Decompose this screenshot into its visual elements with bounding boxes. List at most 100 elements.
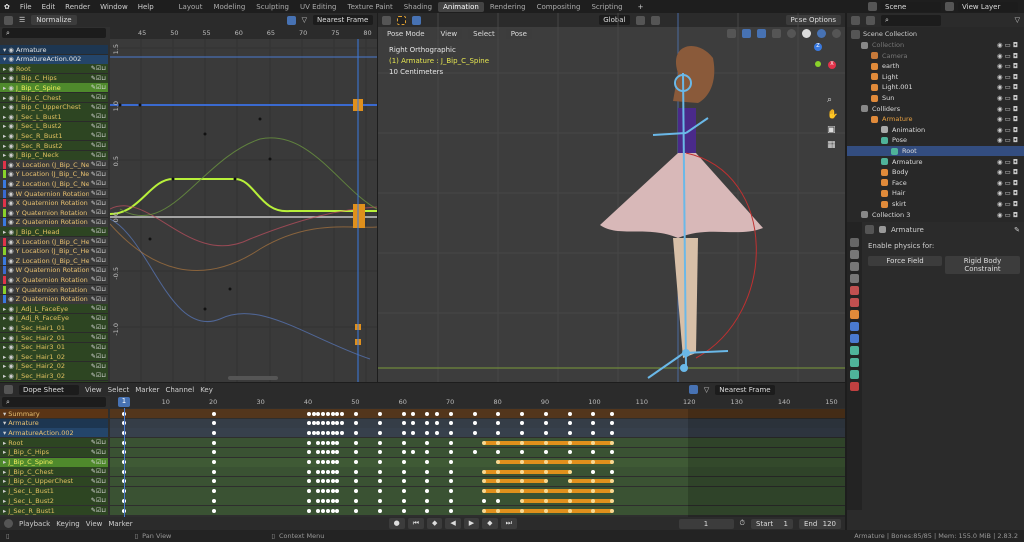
keyframe[interactable]: [316, 450, 321, 455]
outliner-search-input[interactable]: ⌕: [881, 14, 941, 26]
visibility-eye-icon[interactable]: ◉: [8, 362, 14, 370]
channel-toggles-icon[interactable]: ✎☑⊔: [91, 123, 108, 130]
pin-icon[interactable]: ✎: [1014, 226, 1020, 234]
keyframe[interactable]: [377, 411, 382, 416]
visibility-toggles-icon[interactable]: ◉ ▭ ◘: [997, 105, 1024, 113]
keyframe[interactable]: [316, 489, 321, 494]
expand-arrow-icon[interactable]: ▸: [3, 305, 6, 313]
camera-icon[interactable]: ▣: [827, 123, 838, 138]
fcurve-channel[interactable]: ◉ Y Quaternion Rotation ✎☑⊔: [0, 285, 108, 294]
menu-help[interactable]: Help: [138, 3, 154, 11]
keyframe[interactable]: [543, 469, 548, 474]
keyframe[interactable]: [543, 508, 548, 513]
gizmo-y-axis[interactable]: [815, 61, 821, 67]
expand-arrow-icon[interactable]: ▸: [3, 142, 6, 150]
current-frame-field[interactable]: 1: [678, 518, 734, 529]
keyframe[interactable]: [354, 421, 359, 426]
channel-toggles-icon[interactable]: ✎☑⊔: [91, 267, 108, 274]
keyframe[interactable]: [496, 421, 501, 426]
channel-toggles-icon[interactable]: ✎☑⊔: [91, 161, 108, 168]
snap-dropdown[interactable]: Nearest Frame: [715, 384, 776, 395]
channel-toggles-icon[interactable]: ✎☑⊔: [91, 104, 108, 111]
menu-select[interactable]: Select: [108, 386, 130, 394]
current-frame-indicator[interactable]: 1: [118, 397, 130, 407]
keyframe[interactable]: [543, 479, 548, 484]
keyframe[interactable]: [316, 430, 321, 435]
outliner-item[interactable]: Light ◉ ▭ ◘: [847, 72, 1024, 82]
bone-tab-icon[interactable]: [850, 358, 859, 367]
channel-toggles-icon[interactable]: ✎☑⊔: [91, 324, 108, 331]
workspace-tab-rendering[interactable]: Rendering: [485, 2, 531, 12]
visibility-eye-icon[interactable]: ◉: [8, 276, 14, 284]
keyframe[interactable]: [311, 430, 316, 435]
keyframe[interactable]: [354, 479, 359, 484]
keyframe[interactable]: [610, 469, 615, 474]
outliner-item[interactable]: Face ◉ ▭ ◘: [847, 178, 1024, 188]
fcurve-channel[interactable]: ◉X Location (J_Bip_C_Neck)✎☑⊔: [0, 160, 108, 170]
menu-channel[interactable]: Channel: [165, 386, 194, 394]
workspace-tab-compositing[interactable]: Compositing: [532, 2, 586, 12]
keyframe[interactable]: [321, 479, 326, 484]
menu-file[interactable]: File: [20, 3, 32, 11]
keyframe[interactable]: [482, 498, 487, 503]
fcurve-channel[interactable]: ◉ Z Quaternion Rotation ✎☑⊔: [0, 294, 108, 304]
keyframe[interactable]: [306, 460, 311, 464]
keyframe[interactable]: [425, 460, 430, 464]
channel-toggles-icon[interactable]: ✎☑⊔: [91, 132, 108, 139]
keyframe[interactable]: [377, 479, 382, 484]
keyframe[interactable]: [316, 498, 321, 503]
keyframe[interactable]: [335, 411, 340, 416]
keyframe[interactable]: [610, 489, 615, 494]
scene-collection[interactable]: Scene Collection: [847, 29, 1024, 39]
keyframe[interactable]: [472, 450, 477, 455]
channel-toggles-icon[interactable]: ✎☑⊔: [91, 152, 108, 159]
visibility-eye-icon[interactable]: ◉: [8, 103, 14, 111]
keyframe[interactable]: [325, 450, 330, 455]
keyframe[interactable]: [472, 411, 477, 416]
keyframe[interactable]: [321, 498, 326, 503]
next-key-button[interactable]: ◆: [482, 518, 498, 529]
expand-arrow-icon[interactable]: ▸: [3, 362, 6, 370]
keyframe[interactable]: [377, 440, 382, 445]
expand-arrow-icon[interactable]: ▸: [3, 372, 6, 380]
select-icon[interactable]: [286, 15, 296, 25]
keyframe[interactable]: [377, 450, 382, 455]
keyframe[interactable]: [316, 460, 321, 464]
visibility-eye-icon[interactable]: ◉: [8, 266, 14, 274]
expand-arrow-icon[interactable]: ▸: [3, 65, 6, 73]
channel-toggles-icon[interactable]: ✎☑⊔: [91, 228, 108, 235]
filter-icon[interactable]: ▽: [704, 386, 709, 394]
channel-toggles-icon[interactable]: ✎☑⊔: [91, 363, 108, 370]
keyframe[interactable]: [354, 450, 359, 455]
channel-toggles-icon[interactable]: ✎☑⊔: [91, 334, 108, 341]
keyframe[interactable]: [591, 469, 596, 474]
channel-group[interactable]: ▾ ◉ Armature: [0, 45, 108, 54]
outliner-item[interactable]: Hair ◉ ▭ ◘: [847, 188, 1024, 198]
keyframe[interactable]: [543, 440, 548, 445]
keyframe[interactable]: [520, 421, 525, 426]
gizmo-z-axis[interactable]: Z: [814, 43, 822, 51]
keyframe[interactable]: [496, 498, 501, 503]
dope-frame-ruler[interactable]: 10 20 30 40 50 60 70 80 90 100 110 120 130 140 150: [110, 396, 845, 408]
keyframe[interactable]: [212, 421, 217, 426]
keyframe[interactable]: [377, 460, 382, 464]
keyframe[interactable]: [449, 460, 454, 464]
menu-playback[interactable]: Playback: [19, 520, 50, 528]
keyframe[interactable]: [340, 430, 345, 435]
fcurve-channel[interactable]: ◉ X Quaternion Rotation ✎☑⊔: [0, 275, 108, 285]
keyframe[interactable]: [472, 430, 477, 435]
jump-end-button[interactable]: ⏭: [500, 518, 517, 529]
keyframe[interactable]: [543, 450, 548, 455]
keyframe[interactable]: [411, 411, 416, 416]
workspace-tab-texture-paint[interactable]: Texture Paint: [343, 2, 398, 12]
keyframe[interactable]: [321, 469, 326, 474]
keyframe[interactable]: [449, 498, 454, 503]
keyframe[interactable]: [567, 450, 572, 455]
visibility-eye-icon[interactable]: ◉: [8, 190, 14, 198]
visibility-eye-icon[interactable]: ◉: [8, 122, 14, 130]
navigation-gizmo[interactable]: Z X: [798, 43, 840, 85]
visibility-toggles-icon[interactable]: ◉ ▭ ◘: [997, 126, 1024, 134]
keyframe[interactable]: [567, 460, 572, 464]
keyframe[interactable]: [212, 498, 217, 503]
keyframe[interactable]: [425, 430, 430, 435]
